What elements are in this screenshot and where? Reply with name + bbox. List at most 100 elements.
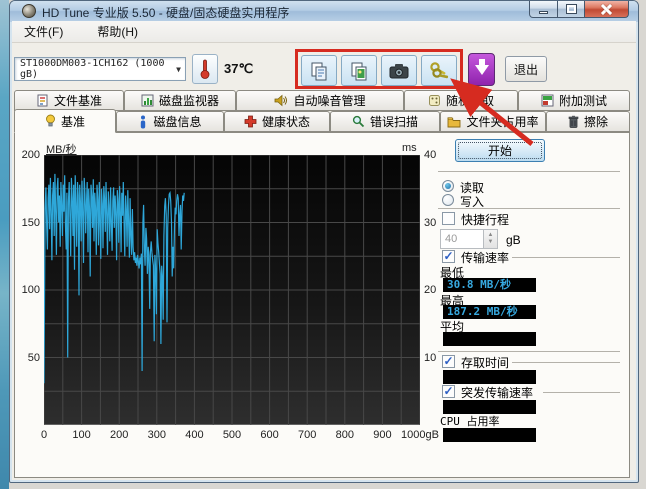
- screen: { "window": { "title": "HD Tune 专业版 5.50…: [0, 0, 646, 489]
- speaker-icon: [274, 94, 288, 107]
- disk-monitor-icon: [141, 94, 154, 107]
- tab-extra-tests[interactable]: 附加测试: [518, 90, 630, 111]
- tab-label: 自动噪音管理: [293, 92, 365, 109]
- burst-rate-label: 突发传输速率: [461, 384, 533, 401]
- y-axis-right-title: ms: [402, 142, 417, 154]
- highlight-rectangle: [295, 49, 463, 89]
- tick-label: 50: [8, 352, 40, 364]
- transfer-rate-checkbox[interactable]: ✓: [442, 250, 455, 263]
- temperature-button[interactable]: [192, 54, 218, 84]
- read-radio[interactable]: [442, 180, 454, 192]
- tick-label: 700: [287, 429, 327, 441]
- tick-label: 200: [99, 429, 139, 441]
- tab-health[interactable]: 健康状态: [224, 111, 330, 132]
- burst-rate-value: [443, 400, 536, 414]
- tab-file-benchmark[interactable]: 文件基准: [14, 90, 124, 111]
- tick-label: 400: [174, 429, 214, 441]
- access-time-label: 存取时间: [461, 354, 509, 371]
- cpu-usage-label: CPU 占用率: [440, 413, 500, 429]
- down-arrow-icon: [475, 65, 489, 75]
- min-value: 30.8 MB/秒: [443, 278, 536, 292]
- magnifier-icon: [352, 115, 365, 128]
- menu-file[interactable]: 文件(F): [20, 21, 67, 42]
- tick-label: 300: [137, 429, 177, 441]
- close-icon: [601, 4, 612, 15]
- separator: [512, 257, 620, 258]
- short-stroke-input[interactable]: 40: [440, 229, 484, 249]
- tab-benchmark[interactable]: 基准: [14, 109, 116, 133]
- tick-label: 900: [362, 429, 402, 441]
- tab-label: 磁盘信息: [153, 113, 201, 130]
- separator: [438, 351, 620, 352]
- extra-tests-icon: [541, 94, 554, 107]
- transfer-rate-label: 传输速率: [461, 249, 509, 266]
- tab-random-access[interactable]: 随机存取: [404, 90, 518, 111]
- access-time-checkbox[interactable]: ✓: [442, 355, 455, 368]
- tab-disk-monitor[interactable]: 磁盘监视器: [124, 90, 236, 111]
- exit-label: 退出: [514, 61, 538, 78]
- access-time-value: [443, 370, 536, 384]
- drive-select-value: ST1000DM003-1CH162 (1000 gB): [20, 58, 185, 80]
- cpu-usage-value: [443, 428, 536, 442]
- short-stroke-unit: gB: [506, 233, 521, 247]
- spin-up-icon: ▲: [488, 232, 494, 239]
- maximize-button[interactable]: [558, 1, 585, 18]
- tick-label: 800: [325, 429, 365, 441]
- desktop-background: [0, 0, 9, 489]
- tab-folder-usage[interactable]: 文件夹占用率: [440, 111, 546, 132]
- focus-ring: [458, 142, 542, 159]
- minimize-icon: [539, 11, 548, 14]
- tab-aam[interactable]: 自动噪音管理: [236, 90, 404, 111]
- trash-icon: [568, 115, 579, 128]
- download-button[interactable]: [468, 53, 495, 86]
- short-stroke-checkbox[interactable]: [442, 212, 455, 225]
- close-button[interactable]: [585, 1, 629, 18]
- tick-label: 1000gB: [400, 429, 440, 441]
- health-cross-icon: [244, 115, 257, 128]
- tab-label: 文件夹占用率: [466, 113, 538, 130]
- tab-label: 随机存取: [446, 92, 494, 109]
- tick-label: 500: [212, 429, 252, 441]
- tab-label: 基准: [61, 113, 85, 130]
- thermometer-icon: [199, 58, 211, 80]
- spinner-arrows[interactable]: ▲▼: [484, 229, 498, 249]
- file-benchmark-icon: [36, 94, 49, 107]
- tick-label: 100: [62, 429, 102, 441]
- max-value: 187.2 MB/秒: [443, 305, 536, 319]
- menu-help[interactable]: 帮助(H): [93, 21, 142, 42]
- tab-label: 错误扫描: [370, 113, 418, 130]
- temperature-value: 37℃: [224, 61, 253, 77]
- tick-label: 100: [8, 284, 40, 296]
- separator: [543, 392, 620, 393]
- tab-label: 擦除: [584, 113, 608, 130]
- tab-label: 文件基准: [54, 92, 102, 109]
- tick-label: 150: [8, 217, 40, 229]
- tab-erase[interactable]: 擦除: [546, 111, 630, 132]
- tab-error-scan[interactable]: 错误扫描: [330, 111, 440, 132]
- benchmark-plot: [44, 155, 420, 425]
- separator: [438, 208, 620, 209]
- drive-select[interactable]: ST1000DM003-1CH162 (1000 gB) ▼: [14, 57, 186, 81]
- tab-label: 磁盘监视器: [159, 92, 219, 109]
- tick-label: 40: [424, 149, 448, 161]
- tab-disk-info[interactable]: 磁盘信息: [116, 111, 224, 132]
- tick-label: 0: [24, 429, 64, 441]
- tab-label: 附加测试: [559, 92, 607, 109]
- chevron-down-icon: ▼: [176, 65, 181, 74]
- burst-rate-checkbox[interactable]: ✓: [442, 385, 455, 398]
- separator: [512, 362, 620, 363]
- menu-bar: 文件(F) 帮助(H): [12, 21, 636, 43]
- app-icon: [22, 4, 36, 18]
- folder-icon: [447, 116, 461, 128]
- info-icon: [138, 115, 148, 129]
- exit-button[interactable]: 退出: [505, 56, 547, 82]
- tick-label: 200: [8, 149, 40, 161]
- write-radio[interactable]: [442, 194, 454, 206]
- short-stroke-value: 40: [445, 233, 457, 245]
- spin-down-icon: ▼: [488, 239, 494, 246]
- minimize-button[interactable]: [529, 1, 558, 18]
- dice-icon: [428, 94, 441, 107]
- tab-label: 健康状态: [262, 113, 310, 130]
- separator: [438, 171, 620, 172]
- start-button[interactable]: 开始: [455, 139, 545, 162]
